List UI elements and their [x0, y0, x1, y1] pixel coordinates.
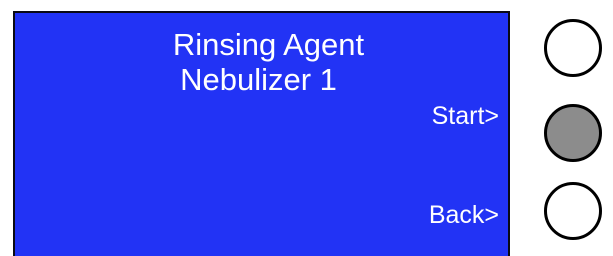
start-hardware-button[interactable]	[544, 104, 602, 162]
device-panel: Rinsing Agent Nebulizer 1 Start> Back>	[0, 0, 613, 256]
top-hardware-button[interactable]	[544, 19, 602, 77]
title-line-2: Nebulizer 1	[180, 62, 337, 97]
start-softkey-label: Start>	[431, 102, 499, 130]
back-hardware-button[interactable]	[544, 182, 602, 240]
back-softkey-label: Back>	[428, 201, 499, 229]
title-line-1: Rinsing Agent	[172, 27, 365, 62]
lcd-screen: Rinsing Agent Nebulizer 1 Start> Back>	[13, 11, 510, 256]
